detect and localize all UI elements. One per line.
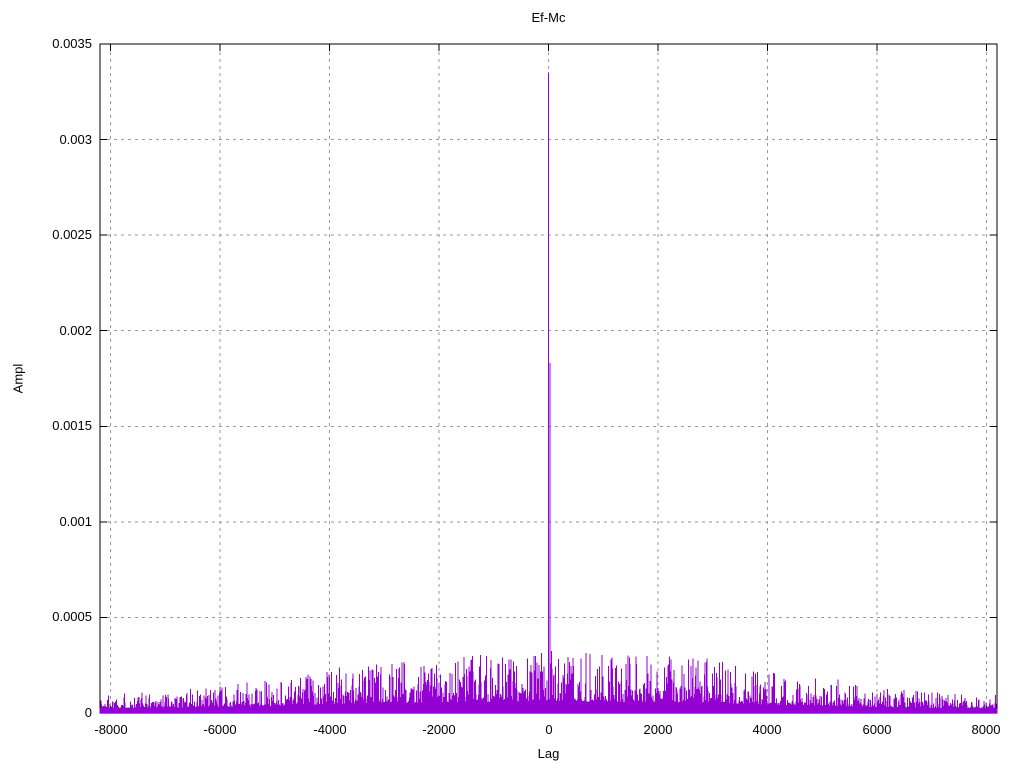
x-tick-label: -8000 — [66, 722, 156, 737]
x-tick-label: 8000 — [941, 722, 1024, 737]
x-tick-label: 6000 — [832, 722, 922, 737]
y-tick-label: 0.0015 — [0, 418, 92, 433]
y-tick-label: 0.0025 — [0, 227, 92, 242]
x-tick-label: 2000 — [613, 722, 703, 737]
x-axis-label: Lag — [100, 746, 997, 761]
x-tick-label: -6000 — [175, 722, 265, 737]
gnuplot-chart-window: Ef-Mc Ampl Lag -8000 -6000 -4000 -2000 0 2000… — [0, 0, 1024, 768]
y-tick-label: 0.001 — [0, 514, 92, 529]
chart-title: Ef-Mc — [100, 10, 997, 25]
x-tick-label: -2000 — [394, 722, 484, 737]
y-tick-label: 0.003 — [0, 132, 92, 147]
y-tick-label: 0 — [0, 705, 92, 720]
y-tick-label: 0.0005 — [0, 609, 92, 624]
x-tick-label: 4000 — [722, 722, 812, 737]
x-tick-label: -4000 — [285, 722, 375, 737]
x-tick-label: 0 — [504, 722, 594, 737]
y-axis-label: Ampl — [11, 349, 26, 409]
y-tick-label: 0.002 — [0, 323, 92, 338]
plot-area — [0, 0, 1024, 768]
y-tick-label: 0.0035 — [0, 36, 92, 51]
